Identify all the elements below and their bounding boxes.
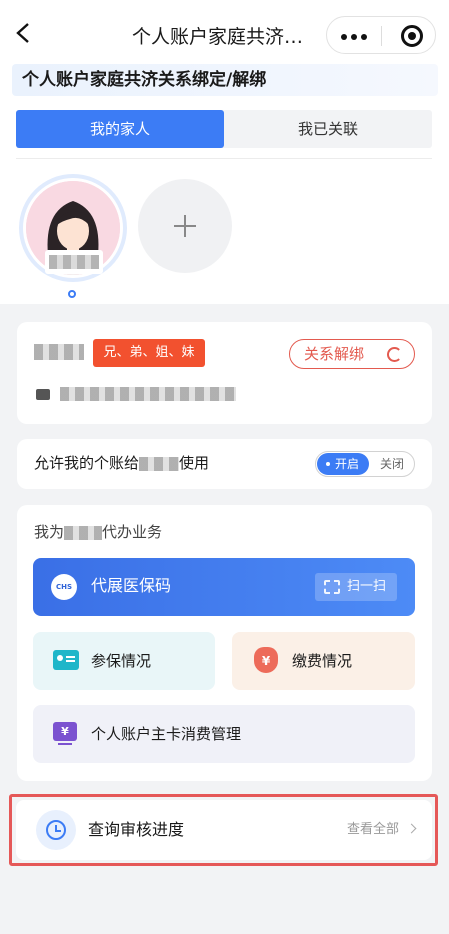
permission-toggle[interactable]: 开启 关闭 <box>315 451 415 477</box>
proxy-services-title: 我为 代办业务 <box>34 521 162 543</box>
account-card-management-label: 个人账户主卡消费管理 <box>91 725 242 743</box>
more-dots-icon[interactable] <box>341 34 367 40</box>
permission-name-masked <box>139 456 180 471</box>
capsule-divider <box>381 26 382 46</box>
chs-logo-icon: CHS <box>51 574 77 600</box>
divider <box>16 158 432 159</box>
toggle-on-option[interactable]: 开启 <box>317 453 369 475</box>
scan-button[interactable]: 扫一扫 <box>315 573 397 601</box>
unbind-button[interactable]: 关系解绑 <box>289 339 415 369</box>
relation-card <box>17 322 432 424</box>
nav-bar: 个人账户家庭共济… <box>0 0 449 62</box>
relative-name-masked <box>34 344 84 360</box>
selected-indicator <box>68 290 76 298</box>
medical-insurance-code-button[interactable]: CHS 代展医保码 扫一扫 <box>33 558 415 616</box>
qr-label: 代展医保码 <box>91 576 172 595</box>
highlight-frame <box>9 794 438 866</box>
nav-title: 个人账户家庭共济… <box>131 26 303 48</box>
scan-icon <box>324 580 340 594</box>
id-card-icon <box>36 389 50 400</box>
chevron-left-icon[interactable] <box>14 22 34 44</box>
mini-program-capsule <box>326 16 436 54</box>
add-family-member-button[interactable] <box>138 179 232 273</box>
monitor-yuan-icon: ¥ <box>53 722 77 745</box>
tab-bar: 我的家人 我已关联 <box>16 110 432 148</box>
member-name-masked <box>45 250 103 274</box>
services-title-suffix: 代办业务 <box>102 523 163 541</box>
target-icon[interactable] <box>401 25 423 47</box>
insurance-status-tile[interactable]: 参保情况 <box>33 632 215 690</box>
permission-prefix: 允许我的个账给 <box>34 454 140 472</box>
unlink-icon <box>387 347 402 362</box>
tab-my-family[interactable]: 我的家人 <box>16 110 224 148</box>
services-name-masked <box>64 525 103 540</box>
relation-tag: 兄、弟、姐、妹 <box>93 339 205 367</box>
scan-label: 扫一扫 <box>347 579 387 594</box>
page-title: 个人账户家庭共济关系绑定/解绑 <box>12 64 438 96</box>
money-bag-icon: ¥ <box>254 647 278 673</box>
payment-status-tile[interactable]: ¥ 缴费情况 <box>232 632 415 690</box>
payment-status-label: 缴费情况 <box>292 652 353 670</box>
tab-linked[interactable]: 我已关联 <box>224 110 432 148</box>
unbind-label: 关系解绑 <box>304 345 365 363</box>
services-title-prefix: 我为 <box>34 523 65 541</box>
insurance-status-label: 参保情况 <box>91 652 152 670</box>
toggle-off-option[interactable]: 关闭 <box>372 453 412 475</box>
permission-suffix: 使用 <box>179 454 210 472</box>
account-card-management-tile[interactable]: ¥ 个人账户主卡消费管理 <box>33 705 415 763</box>
id-card-icon <box>53 650 79 670</box>
id-number-masked <box>60 387 236 401</box>
permission-text: 允许我的个账给 使用 <box>34 452 209 474</box>
